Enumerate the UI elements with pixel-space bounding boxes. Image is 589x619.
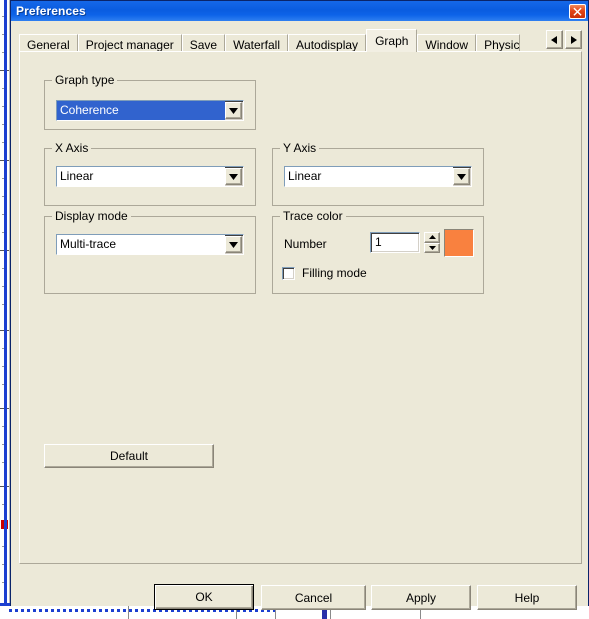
group-trace-color-legend: Trace color — [280, 209, 346, 223]
x-axis-value: Linear — [57, 167, 225, 186]
ok-button-label: OK — [195, 590, 213, 604]
help-button[interactable]: Help — [477, 585, 577, 610]
dialog-body: General Project manager Save Waterfall A… — [11, 21, 588, 610]
filling-mode-label: Filling mode — [302, 266, 367, 280]
chevron-down-icon[interactable] — [225, 236, 242, 253]
triangle-down-icon[interactable] — [424, 242, 440, 253]
filling-mode-checkbox[interactable] — [282, 266, 295, 280]
tab-scroll-buttons — [544, 30, 582, 49]
default-button[interactable]: Default — [44, 444, 214, 468]
preferences-dialog: Preferences General Project manager Save… — [10, 0, 589, 610]
tab-label: Graph — [375, 34, 409, 48]
cancel-button[interactable]: Cancel — [261, 585, 366, 610]
background-window-border-left — [4, 0, 7, 606]
graph-type-combobox[interactable]: Coherence — [56, 100, 244, 121]
tab-label: Waterfall — [233, 38, 281, 52]
default-button-label: Default — [109, 449, 149, 463]
display-mode-value: Multi-trace — [57, 235, 225, 254]
dialog-titlebar[interactable]: Preferences — [11, 1, 588, 21]
close-icon[interactable] — [569, 3, 586, 19]
group-display-mode-legend: Display mode — [52, 209, 131, 223]
tab-bar: General Project manager Save Waterfall A… — [19, 29, 582, 54]
tab-page-graph: Graph type Coherence X Axis Linear Y Axi… — [19, 51, 582, 564]
group-y-axis-legend: Y Axis — [280, 141, 320, 155]
x-axis-combobox[interactable]: Linear — [56, 166, 244, 187]
background-statusbar-separator — [128, 606, 129, 619]
y-axis-value: Linear — [285, 167, 453, 186]
trace-number-label: Number — [284, 237, 327, 251]
y-axis-combobox[interactable]: Linear — [284, 166, 472, 187]
group-x-axis-legend: X Axis — [52, 141, 92, 155]
apply-button-label: Apply — [405, 590, 437, 605]
tab-label: Save — [189, 38, 218, 52]
tab-graph[interactable]: Graph — [366, 29, 418, 52]
ok-button[interactable]: OK — [154, 584, 254, 610]
triangle-up-icon[interactable] — [424, 232, 440, 243]
group-graph-type-legend: Graph type — [52, 73, 118, 87]
graph-type-value: Coherence — [57, 101, 225, 120]
trace-color-swatch[interactable] — [444, 229, 474, 257]
tab-label: Project manager — [85, 38, 174, 52]
cancel-button-label: Cancel — [294, 590, 333, 605]
apply-button[interactable]: Apply — [371, 585, 471, 610]
tab-label: Physic — [484, 38, 520, 52]
chevron-down-icon[interactable] — [225, 102, 242, 119]
group-display-mode: Display mode — [44, 209, 256, 294]
filling-mode-checkbox-row[interactable]: Filling mode — [282, 266, 367, 280]
display-mode-combobox[interactable]: Multi-trace — [56, 234, 244, 255]
triangle-left-icon[interactable] — [546, 30, 563, 49]
trace-number-input[interactable]: 1 — [370, 232, 420, 253]
tab-label: Autodisplay — [296, 38, 359, 52]
dialog-title: Preferences — [16, 4, 86, 18]
tab-label: Window — [425, 38, 469, 52]
chevron-down-icon[interactable] — [453, 168, 470, 185]
tab-label: General — [27, 38, 70, 52]
triangle-right-icon[interactable] — [565, 30, 582, 49]
trace-number-spinner[interactable] — [424, 232, 440, 253]
chevron-down-icon[interactable] — [225, 168, 242, 185]
help-button-label: Help — [514, 590, 540, 605]
